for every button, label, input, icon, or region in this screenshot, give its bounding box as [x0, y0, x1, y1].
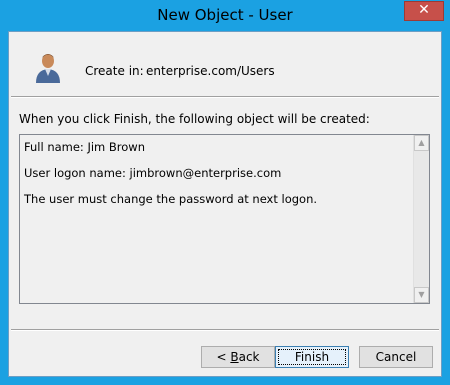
back-button-label: ack	[238, 350, 260, 364]
cancel-button-label: Cancel	[375, 350, 417, 364]
finish-button[interactable]: Finish	[275, 346, 349, 368]
cancel-button[interactable]: Cancel	[359, 346, 433, 368]
summary-line-full-name: Full name: Jim Brown	[24, 140, 146, 154]
summary-content: Full name: Jim Brown User logon name: ji…	[24, 140, 317, 218]
scroll-up-icon[interactable]: ▲	[414, 135, 429, 151]
vertical-scrollbar[interactable]: ▲ ▼	[413, 135, 429, 303]
close-icon: ✕	[418, 2, 430, 18]
title-bar[interactable]: New Object - User ✕	[0, 0, 450, 31]
dialog-body: Create in: enterprise.com/Users When you…	[8, 31, 442, 377]
footer-divider	[11, 329, 439, 331]
close-button[interactable]: ✕	[404, 1, 444, 21]
back-button[interactable]: < Back	[201, 346, 275, 368]
header-divider	[11, 96, 439, 98]
summary-textbox[interactable]: Full name: Jim Brown User logon name: ji…	[19, 134, 430, 304]
create-in-path: enterprise.com/Users	[146, 64, 275, 78]
dialog-window: New Object - User ✕ Create in: enterpris…	[0, 0, 450, 385]
create-in-label: Create in:	[85, 64, 144, 78]
scroll-down-icon[interactable]: ▼	[414, 287, 429, 303]
user-icon	[36, 54, 60, 83]
intro-text: When you click Finish, the following obj…	[19, 112, 370, 126]
summary-line-logon-name: User logon name: jimbrown@enterprise.com	[24, 166, 282, 180]
window-title: New Object - User	[157, 6, 293, 24]
focus-rectangle	[278, 349, 346, 365]
back-button-mnemonic: B	[230, 350, 239, 364]
summary-line-password: The user must change the password at nex…	[24, 192, 318, 206]
back-button-prefix: <	[216, 350, 231, 364]
